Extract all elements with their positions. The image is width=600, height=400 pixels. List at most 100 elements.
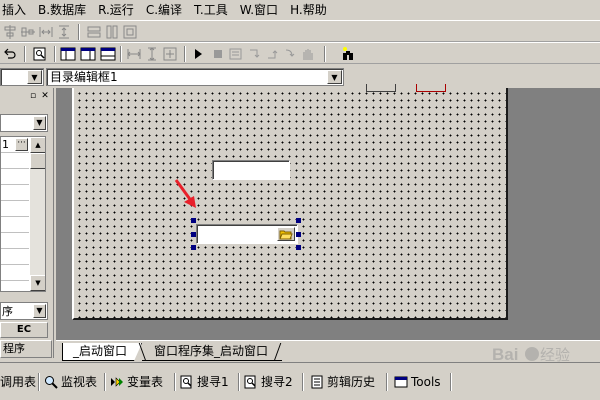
search-result-icon [180, 375, 194, 389]
chevron-down-icon[interactable]: ▼ [33, 116, 46, 130]
tab-label: 搜寻1 [197, 375, 229, 389]
scroll-thumb[interactable] [30, 153, 45, 169]
chevron-down-icon[interactable]: ▼ [327, 70, 342, 84]
tab-separator [386, 373, 388, 391]
property-value: 1 [2, 138, 9, 151]
property-row[interactable] [1, 265, 29, 281]
property-scrollbar[interactable]: ▲ ▼ [30, 137, 45, 291]
space-horizontal-icon[interactable] [38, 24, 54, 40]
directory-edit-control[interactable] [196, 224, 298, 244]
menu-run[interactable]: R.运行 [92, 0, 140, 20]
help-icon[interactable] [340, 46, 356, 62]
menu-tools[interactable]: T.工具 [188, 0, 234, 20]
stop-icon[interactable] [210, 46, 226, 62]
variable-table-icon [110, 375, 124, 389]
selection-handle[interactable] [296, 245, 301, 250]
selection-handle[interactable] [296, 232, 301, 237]
property-row[interactable] [1, 153, 29, 169]
align-middle-icon[interactable] [20, 24, 36, 40]
property-row[interactable] [1, 169, 29, 185]
menu-window[interactable]: W.窗口 [234, 0, 284, 20]
tab-window-program-set[interactable]: 窗口程序集_启动窗口 [142, 343, 283, 361]
program-layout-icon[interactable] [80, 46, 96, 62]
same-size-icon[interactable] [122, 24, 138, 40]
menu-help[interactable]: H.帮助 [284, 0, 333, 20]
toolbar-separator [324, 46, 326, 62]
find-icon[interactable] [32, 46, 48, 62]
run-to-cursor-icon[interactable] [282, 46, 298, 62]
tab-tools[interactable]: Tools [394, 373, 441, 391]
form-close-button [416, 84, 446, 92]
same-height-icon[interactable] [104, 24, 120, 40]
same-width-icon[interactable] [86, 24, 102, 40]
property-row[interactable] [1, 201, 29, 217]
form-canvas[interactable] [72, 84, 508, 320]
output-layout-icon[interactable] [100, 46, 116, 62]
step-into-icon[interactable] [246, 46, 262, 62]
watermark-logo: Bai 经验 [492, 340, 596, 368]
break-icon[interactable] [300, 46, 316, 62]
property-row[interactable] [1, 249, 29, 265]
toolbar-separator [120, 46, 122, 62]
selection-handle[interactable] [191, 232, 196, 237]
run-icon[interactable] [190, 46, 206, 62]
tab-label: 剪辑历史 [327, 375, 376, 389]
chevron-down-icon[interactable]: ▼ [27, 70, 42, 84]
space-vertical-icon[interactable] [56, 24, 72, 40]
clip-history-icon [310, 375, 324, 389]
step-over-icon[interactable] [228, 46, 244, 62]
chevron-down-icon[interactable]: ▼ [33, 304, 46, 318]
menu-insert[interactable]: 插入 [0, 0, 32, 20]
undo-icon[interactable] [2, 46, 18, 62]
tab-variables[interactable]: 变量表 [110, 373, 163, 391]
scroll-down-icon[interactable]: ▼ [30, 275, 45, 291]
tab-label: 搜寻2 [261, 375, 293, 389]
restore-icon[interactable]: ▫ [28, 91, 38, 101]
tab-label: Tools [411, 375, 441, 389]
program-select[interactable]: 序 ▼ [0, 302, 48, 320]
tab-label: 变量表 [127, 375, 164, 389]
move-all-icon[interactable] [162, 46, 178, 62]
panel-titlebar: ▫ ✕ [0, 90, 52, 104]
svg-text:经验: 经验 [540, 346, 570, 364]
magnifier-icon [44, 375, 58, 389]
more-button[interactable]: ··· [15, 138, 28, 151]
folder-icon[interactable] [277, 227, 295, 241]
tab-watch[interactable]: 监视表 [44, 373, 97, 391]
selection-handle[interactable] [191, 218, 196, 223]
tab-label: 调用表 [0, 375, 37, 389]
close-icon[interactable]: ✕ [40, 91, 50, 101]
tab-search2[interactable]: 搜寻2 [244, 373, 293, 391]
property-row[interactable] [1, 185, 29, 201]
tab-separator [302, 373, 304, 391]
text-edit-control[interactable] [212, 160, 290, 180]
move-v-icon[interactable] [144, 46, 160, 62]
program-tab[interactable]: 程序 [0, 340, 52, 358]
form-window-button [366, 84, 396, 92]
tab-search1[interactable]: 搜寻1 [180, 373, 229, 391]
property-row[interactable] [1, 233, 29, 249]
component-select[interactable]: ▼ [0, 114, 48, 132]
property-grid[interactable]: 1 ··· ▲ ▼ [0, 136, 46, 292]
tab-call-table[interactable]: 调用表 [0, 373, 36, 391]
property-row[interactable] [1, 217, 29, 233]
menu-database[interactable]: B.数据库 [32, 0, 92, 20]
object-select[interactable]: ▼ [0, 68, 44, 86]
step-out-icon[interactable] [264, 46, 280, 62]
ec-tab[interactable]: EC [0, 322, 48, 338]
selection-handle[interactable] [191, 245, 196, 250]
menu-compile[interactable]: C.编译 [140, 0, 188, 20]
tab-clip-history[interactable]: 剪辑历史 [310, 373, 375, 391]
alignment-toolbar [0, 20, 600, 42]
event-select[interactable]: 目录编辑框1 ▼ [46, 68, 344, 86]
property-row[interactable]: 1 ··· [1, 137, 29, 153]
scroll-up-icon[interactable]: ▲ [30, 137, 45, 153]
toolbar-separator [24, 46, 26, 62]
tab-startup-window[interactable]: _启动窗口 [62, 343, 143, 361]
search-result-icon [244, 375, 258, 389]
toolbar-separator [54, 46, 56, 62]
move-h-icon[interactable] [126, 46, 142, 62]
selection-handle[interactable] [296, 218, 301, 223]
align-center-icon[interactable] [2, 24, 18, 40]
window-layout-icon[interactable] [60, 46, 76, 62]
